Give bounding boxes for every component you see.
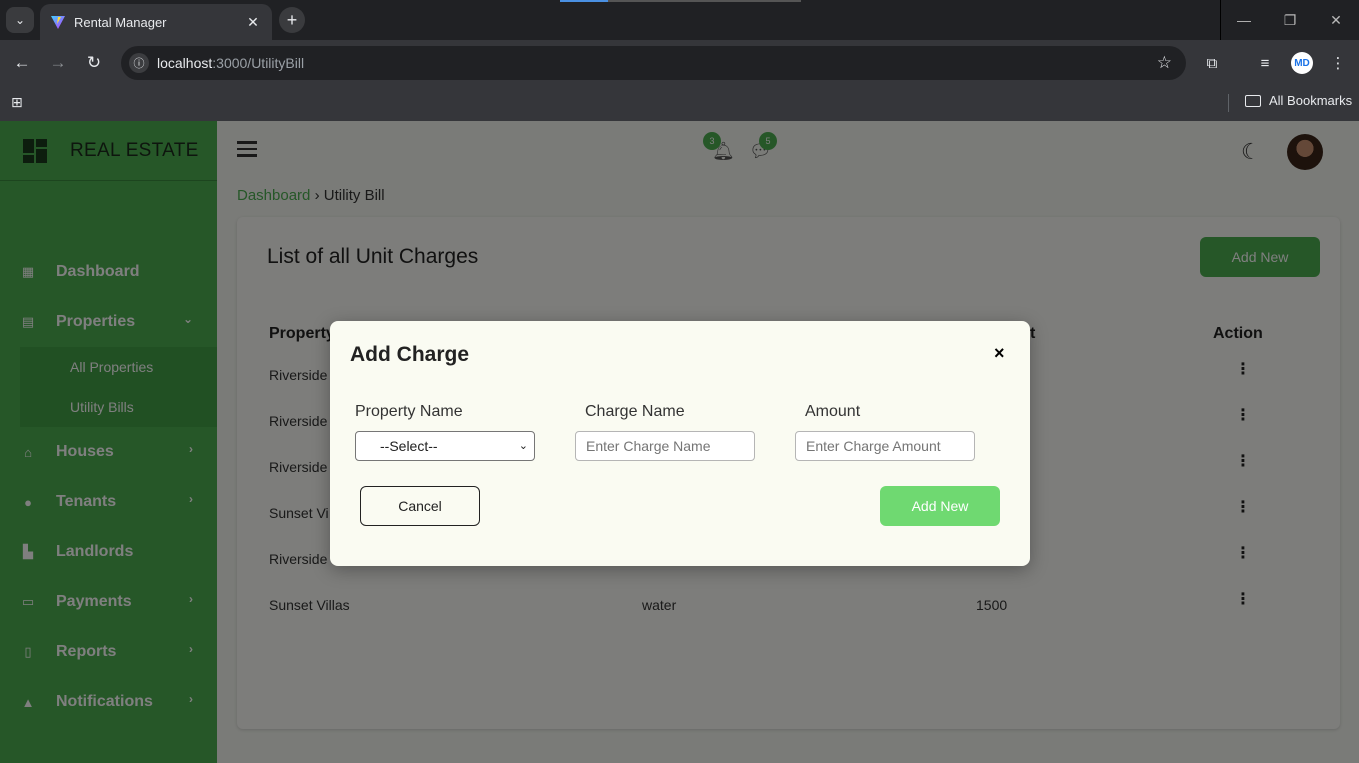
cancel-button[interactable]: Cancel [360, 486, 480, 526]
new-tab-button[interactable]: + [279, 7, 305, 33]
address-bar[interactable]: ⓘ localhost:3000/UtilityBill ☆ [121, 46, 1186, 80]
media-control-icon[interactable]: ≡ [1253, 51, 1277, 75]
bookmarks-bar: ⊞ All Bookmarks [0, 86, 1359, 121]
bookmark-star-icon[interactable]: ☆ [1157, 53, 1172, 73]
tab-search-button[interactable]: ⌄ [6, 7, 34, 33]
property-name-select[interactable]: --Select-- ⌄ [355, 431, 535, 461]
modal-title: Add Charge [350, 343, 470, 366]
browser-menu-icon[interactable]: ⋮ [1326, 51, 1350, 75]
charge-name-input[interactable]: Enter Charge Name [575, 431, 755, 461]
submit-add-new-button[interactable]: Add New [880, 486, 1000, 526]
add-charge-modal: Add Charge × Property Name --Select-- ⌄ … [330, 321, 1030, 566]
url-host: localhost [157, 55, 213, 71]
minimize-button[interactable]: — [1221, 0, 1267, 40]
close-window-button[interactable]: ✕ [1313, 0, 1359, 40]
property-name-label: Property Name [355, 403, 463, 420]
close-icon[interactable]: × [994, 343, 1005, 364]
browser-toolbar: ← → ↻ ⓘ localhost:3000/UtilityBill ☆ ⧉ ≡… [0, 40, 1359, 86]
all-bookmarks-label: All Bookmarks [1269, 93, 1353, 108]
property-name-selected: --Select-- [380, 438, 438, 454]
reload-button[interactable]: ↻ [80, 49, 108, 77]
chevron-down-icon: ⌄ [518, 440, 528, 452]
folder-icon [1245, 94, 1261, 107]
tab-close-icon[interactable]: ✕ [244, 14, 262, 31]
tabstrip-indicator [560, 0, 801, 2]
forward-button[interactable]: → [44, 49, 72, 77]
restore-button[interactable]: ❐ [1267, 0, 1313, 40]
site-info-icon[interactable]: ⓘ [129, 53, 149, 73]
browser-tab[interactable]: Rental Manager ✕ [40, 4, 272, 40]
tab-title: Rental Manager [74, 14, 167, 30]
back-button[interactable]: ← [8, 49, 36, 77]
bookmarks-divider [1228, 94, 1229, 112]
amount-label: Amount [805, 403, 861, 420]
charge-name-label: Charge Name [585, 403, 685, 420]
extensions-icon[interactable]: ⧉ [1200, 51, 1224, 75]
all-bookmarks-button[interactable]: All Bookmarks [1245, 93, 1352, 108]
apps-grid-icon[interactable]: ⊞ [11, 94, 23, 111]
browser-tabbar: ⌄ Rental Manager ✕ + — ❐ ✕ [0, 0, 1359, 40]
vite-favicon-icon [51, 16, 65, 29]
amount-input[interactable]: Enter Charge Amount [795, 431, 975, 461]
url-path: :3000/UtilityBill [212, 55, 305, 71]
profile-avatar[interactable]: MD [1291, 52, 1313, 74]
